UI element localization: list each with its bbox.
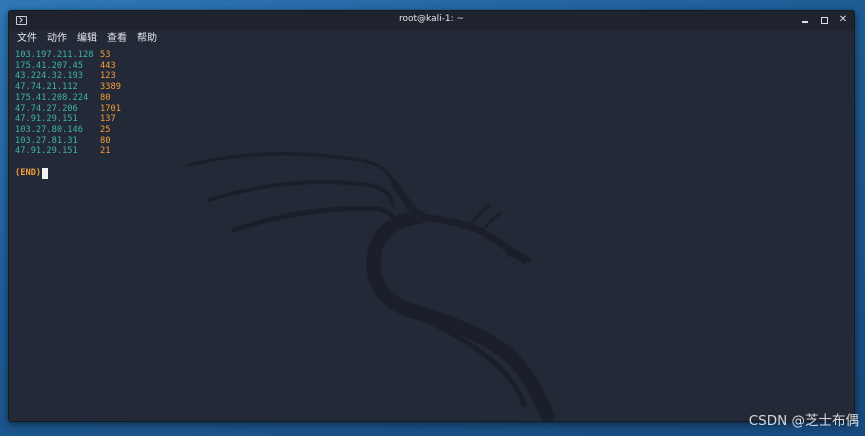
port-number: 80: [100, 92, 111, 103]
close-icon[interactable]: ✕: [838, 14, 848, 26]
output-line: 47.91.29.151 21: [15, 146, 121, 157]
minimize-icon[interactable]: [800, 14, 810, 26]
ip-address: 47.74.21.112: [15, 82, 78, 93]
port-number: 443: [100, 60, 116, 71]
menu-view[interactable]: 查看: [107, 31, 127, 47]
text-cursor: [42, 168, 49, 180]
ip-address: 175.41.207.45: [15, 60, 83, 71]
port-number: 80: [100, 135, 111, 146]
port-number: 1701: [100, 103, 121, 114]
port-number: 25: [100, 124, 111, 135]
menu-bar: 文件 动作 编辑 查看 帮助: [9, 31, 854, 47]
output-line: 43.224.32.193 123: [15, 71, 121, 82]
ip-address: 103.197.211.128: [15, 50, 94, 60]
end-marker: (END): [15, 168, 42, 179]
output-line: 175.41.208.224 80: [15, 93, 121, 104]
port-number: 3389: [100, 82, 121, 93]
menu-help[interactable]: 帮助: [137, 31, 157, 47]
menu-actions[interactable]: 动作: [47, 31, 67, 47]
ip-address: 47.91.29.151: [15, 146, 78, 157]
terminal-window: root@kali-1: ~ ✕ 文件 动作 编辑 查看 帮助 103.197.…: [8, 10, 855, 422]
ip-address: 103.27.81.31: [15, 135, 78, 146]
ip-address: 47.91.29.151: [15, 114, 78, 125]
port-number: 123: [100, 71, 116, 82]
title-bar[interactable]: root@kali-1: ~ ✕: [9, 11, 854, 31]
output-line: 103.27.80.146 25: [15, 125, 121, 136]
output-line: 47.74.21.112 3389: [15, 82, 121, 93]
terminal-area[interactable]: 103.197.211.128 53 175.41.207.45 443 43.22…: [9, 47, 854, 421]
window-controls: ✕: [800, 14, 848, 26]
ip-address: 175.41.208.224: [15, 92, 89, 103]
output-line: 47.74.27.206 1701: [15, 104, 121, 115]
menu-file[interactable]: 文件: [17, 31, 37, 47]
ip-address: 43.224.32.193: [15, 71, 83, 82]
port-number: 21: [100, 146, 111, 157]
terminal-output: 103.197.211.128 53 175.41.207.45 443 43.22…: [15, 50, 121, 180]
maximize-icon[interactable]: [819, 14, 829, 26]
window-title: root@kali-1: ~: [398, 14, 465, 24]
output-line: 103.27.81.31 80: [15, 136, 121, 147]
pager-prompt: (END): [15, 168, 121, 180]
ip-address: 103.27.80.146: [15, 124, 83, 135]
port-number: 137: [100, 114, 116, 125]
watermark: CSDN @芝士布偶: [748, 413, 859, 429]
port-number: 53: [100, 50, 111, 60]
menu-edit[interactable]: 编辑: [77, 31, 97, 47]
output-line: 103.197.211.128 53: [15, 50, 121, 61]
output-line: 47.91.29.151 137: [15, 114, 121, 125]
output-line: 175.41.207.45 443: [15, 61, 121, 72]
ip-address: 47.74.27.206: [15, 103, 78, 114]
kali-dragon-logo: [187, 152, 554, 421]
